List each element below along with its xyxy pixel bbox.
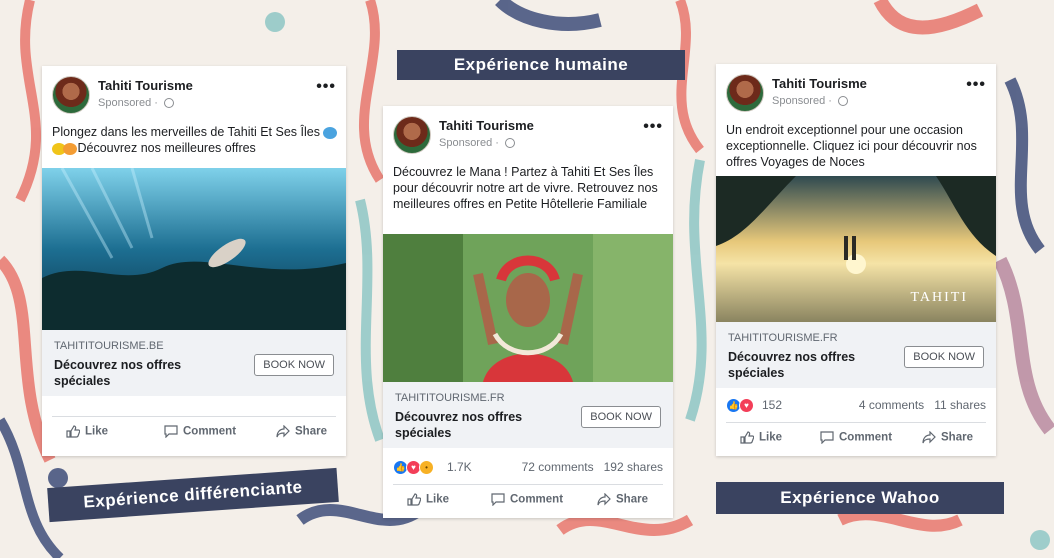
link-preview[interactable]: TAHITITOURISME.FR Découvrez nos offres s… <box>383 382 673 448</box>
ad-card-left: Tahiti Tourisme Sponsored · ••• Plongez … <box>42 66 346 456</box>
book-now-button[interactable]: BOOK NOW <box>904 346 984 368</box>
book-now-button[interactable]: BOOK NOW <box>581 406 661 428</box>
link-title: Découvrez nos offres spéciales <box>395 410 523 440</box>
sponsored-label: Sponsored · <box>772 95 848 107</box>
page-name[interactable]: Tahiti Tourisme <box>772 76 867 91</box>
comment-button[interactable]: Comment <box>491 493 563 506</box>
link-title: Découvrez nos offres spéciales <box>54 358 182 388</box>
shares-count[interactable]: 192 shares <box>604 460 663 474</box>
post-header: Tahiti Tourisme Sponsored · ••• <box>52 76 336 116</box>
banner-experience-humaine: Expérience humaine <box>397 50 685 80</box>
comment-icon <box>164 425 178 438</box>
comment-button[interactable]: Comment <box>820 431 892 444</box>
link-domain: TAHITITOURISME.BE <box>54 340 164 352</box>
reactions-summary[interactable]: 👍 ♥ 152 4 comments 11 shares <box>726 396 986 416</box>
reactions-summary[interactable]: 👍 ♥ • 1.7K 72 comments 192 shares <box>393 458 663 478</box>
share-button[interactable]: Share <box>597 493 648 506</box>
ad-image-underwater-swimmer[interactable] <box>42 168 346 330</box>
like-button[interactable]: Like <box>66 425 108 438</box>
share-button[interactable]: Share <box>922 431 973 444</box>
like-button[interactable]: Like <box>407 493 449 506</box>
like-button[interactable]: Like <box>740 431 782 444</box>
comments-count[interactable]: 4 comments <box>859 398 924 412</box>
ad-card-right: Tahiti Tourisme Sponsored · ••• Un endro… <box>716 64 996 456</box>
avatar[interactable] <box>726 74 764 112</box>
reaction-icons: 👍 ♥ <box>726 398 754 414</box>
post-text: Un endroit exceptionnel pour une occasio… <box>726 123 977 169</box>
engagement-stats: 4 comments 11 shares <box>849 398 986 412</box>
share-icon <box>597 493 611 506</box>
more-options-icon[interactable]: ••• <box>966 76 986 94</box>
post-text: Découvrez le Mana ! Partez à Tahiti Et S… <box>393 165 658 211</box>
avatar[interactable] <box>393 116 431 154</box>
globe-icon <box>164 98 174 109</box>
reaction-count: 1.7K <box>447 460 472 474</box>
reaction-icons: 👍 ♥ • <box>393 460 434 476</box>
shares-count[interactable]: 11 shares <box>934 398 986 412</box>
banner-experience-wahoo: Expérience Wahoo <box>716 482 1004 514</box>
thumbs-up-icon <box>407 493 421 506</box>
link-title: Découvrez nos offres spéciales <box>728 350 856 380</box>
sponsored-label: Sponsored · <box>439 137 515 149</box>
link-domain: TAHITITOURISME.FR <box>395 392 505 404</box>
love-reaction-icon: ♥ <box>739 398 754 414</box>
book-now-button[interactable]: BOOK NOW <box>254 354 334 376</box>
comment-icon <box>820 431 834 444</box>
more-options-icon[interactable]: ••• <box>643 118 663 136</box>
sad-reaction-icon: • <box>419 460 434 476</box>
page-name[interactable]: Tahiti Tourisme <box>439 118 534 133</box>
share-icon <box>276 425 290 438</box>
globe-icon <box>838 96 848 107</box>
comment-button[interactable]: Comment <box>164 425 236 438</box>
post-header: Tahiti Tourisme Sponsored · ••• <box>393 116 663 156</box>
ad-card-middle: Tahiti Tourisme Sponsored · ••• Découvre… <box>383 106 673 518</box>
post-header: Tahiti Tourisme Sponsored · ••• <box>726 74 986 114</box>
more-options-icon[interactable]: ••• <box>316 78 336 96</box>
thumbs-up-icon <box>740 431 754 444</box>
action-bar: Like Comment Share <box>393 484 663 513</box>
globe-icon <box>505 138 515 149</box>
thumbs-up-icon <box>66 425 80 438</box>
link-preview[interactable]: TAHITITOURISME.FR Découvrez nos offres s… <box>716 322 996 388</box>
comment-icon <box>491 493 505 506</box>
reaction-count: 152 <box>762 398 783 412</box>
link-preview[interactable]: TAHITITOURISME.BE Découvrez nos offres s… <box>42 330 346 396</box>
post-text: Plongez dans les merveilles de Tahiti Et… <box>52 124 338 156</box>
share-icon <box>922 431 936 444</box>
image-watermark: TAHITI <box>910 290 968 305</box>
ad-image-sunset-couple[interactable]: TAHITI <box>716 176 996 322</box>
action-bar: Like Comment Share <box>52 416 336 445</box>
engagement-stats: 72 comments 192 shares <box>512 460 663 474</box>
sponsored-label: Sponsored · <box>98 97 174 109</box>
comments-count[interactable]: 72 comments <box>522 460 594 474</box>
ad-image-woman-flower-crown[interactable] <box>383 234 673 382</box>
avatar[interactable] <box>52 76 90 114</box>
link-domain: TAHITITOURISME.FR <box>728 332 838 344</box>
action-bar: Like Comment Share <box>726 422 986 451</box>
page-name[interactable]: Tahiti Tourisme <box>98 78 193 93</box>
share-button[interactable]: Share <box>276 425 327 438</box>
